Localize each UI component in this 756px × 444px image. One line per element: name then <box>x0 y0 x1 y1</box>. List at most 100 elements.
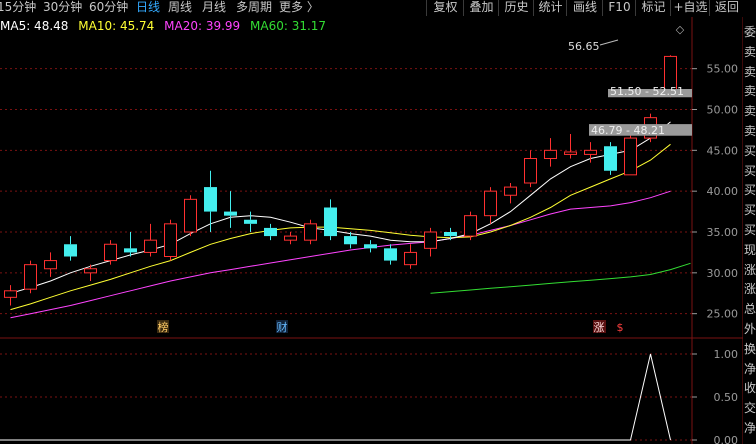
marker-bang[interactable]: 榜 <box>158 320 169 334</box>
side-quote-label: 总 <box>744 302 756 317</box>
side-quote-label: 买 <box>744 163 756 178</box>
candle-down <box>444 232 457 237</box>
zone-upper-label: 51.50 - 52.51 <box>610 85 684 98</box>
candle-down <box>124 248 137 253</box>
candle-up <box>104 243 117 262</box>
mark-button[interactable]: 标记 <box>635 0 671 16</box>
candle-down <box>344 236 357 245</box>
kline-chart[interactable]: 55.00 50.00 45.00 40.00 35.00 30.00 25.00 1.00… <box>0 0 756 444</box>
tab-more[interactable]: 更多 〉 <box>279 0 319 15</box>
fuquan-button[interactable]: 复权 <box>426 0 464 16</box>
candle-up <box>284 235 297 241</box>
tab-30min[interactable]: 30分钟 <box>43 0 82 15</box>
candle-up <box>484 190 497 217</box>
high-price-pointer <box>599 39 619 46</box>
toolbar: 15分钟 30分钟 60分钟 日线 周线 月线 多周期 更多 〉 复权 叠加 历… <box>0 0 756 17</box>
stats-button[interactable]: 统计 <box>533 0 567 16</box>
side-quote-label: 换 <box>744 341 756 356</box>
side-quote-label: 净 <box>744 361 756 376</box>
indicator-tick-label: 1.00 <box>714 348 739 361</box>
price-tick-label: 40.00 <box>707 185 739 198</box>
marker-cai-bg <box>276 320 288 333</box>
marker-zhang-bg <box>593 320 606 333</box>
ma20-label: MA20: 39.99 <box>164 19 241 33</box>
side-quote-label: 卖 <box>744 124 756 138</box>
tab-monthly[interactable]: 月线 <box>202 0 226 15</box>
candle-up <box>424 231 437 249</box>
candle-down <box>244 219 257 224</box>
side-quote-label: 卖 <box>744 84 756 99</box>
side-quote-label: 买 <box>744 143 756 158</box>
side-quote-label: 卖 <box>744 64 756 79</box>
history-button[interactable]: 历史 <box>498 0 534 16</box>
side-quote-label: 涨 <box>744 262 756 277</box>
diamond-icon[interactable]: ◇ <box>676 23 685 36</box>
zone-upper-band <box>608 89 692 98</box>
candle-up <box>44 260 57 270</box>
candle-up <box>164 223 177 257</box>
side-quote-label: 买 <box>744 203 756 218</box>
marker-cai[interactable]: 财 <box>277 320 288 334</box>
zone-lower-band <box>589 124 692 136</box>
candle-down <box>384 248 397 261</box>
indicator-tick-label: 0.00 <box>714 434 739 444</box>
candle-up <box>644 117 657 139</box>
candle-down <box>264 227 277 237</box>
candle-up <box>84 268 97 274</box>
candle-up <box>304 223 317 241</box>
candle-up <box>584 149 597 155</box>
side-quote-label: 外 <box>744 322 756 336</box>
candle-up <box>504 186 517 196</box>
side-quote-label: 净 <box>744 421 756 435</box>
ma5-line <box>10 121 671 294</box>
marker-zhang[interactable]: 涨 <box>594 321 605 334</box>
ma10-line <box>10 143 671 311</box>
price-tick-label: 55.00 <box>707 63 739 76</box>
marker-dollar[interactable]: $ <box>617 321 624 334</box>
indicator-tick-label: 0.50 <box>714 391 739 404</box>
candle-up <box>144 239 157 253</box>
ma60-line <box>430 262 691 294</box>
side-quote-column: 委卖卖卖卖卖买买买买买现涨涨总外换净收交净 <box>743 17 756 444</box>
tab-daily[interactable]: 日线 <box>136 0 160 15</box>
candle-up <box>464 215 477 237</box>
candle-down <box>204 187 217 212</box>
candle-down <box>364 244 377 249</box>
ma-legend: MA5: 48.48 MA10: 45.74 MA20: 39.99 MA60:… <box>0 19 332 33</box>
candle-down <box>324 207 337 237</box>
ma20-line <box>10 190 671 319</box>
candle-up <box>4 290 17 298</box>
tab-60min[interactable]: 60分钟 <box>89 0 128 15</box>
tab-weekly[interactable]: 周线 <box>168 0 192 15</box>
marker-bang-bg <box>157 320 169 333</box>
side-quote-label: 买 <box>744 223 756 237</box>
indicator-line <box>0 353 671 441</box>
overlay-button[interactable]: 叠加 <box>463 0 499 16</box>
candle-up <box>544 149 557 159</box>
add-watchlist-button[interactable]: +自选 <box>670 0 710 16</box>
candle-down <box>64 244 77 257</box>
tab-multi-period[interactable]: 多周期 <box>236 0 272 15</box>
candle-up <box>624 137 637 176</box>
candle-up <box>184 198 197 233</box>
side-quote-label: 买 <box>744 183 756 198</box>
side-quote-label: 收 <box>744 381 756 396</box>
price-tick-label: 30.00 <box>707 267 739 280</box>
ma10-label: MA10: 45.74 <box>78 19 155 33</box>
candle-up <box>564 151 577 155</box>
high-price-label: 56.65 <box>568 40 600 53</box>
tab-15min[interactable]: 15分钟 <box>0 0 36 15</box>
candle-up <box>524 158 537 184</box>
f10-button[interactable]: F10 <box>602 0 636 16</box>
back-button[interactable]: 返回 <box>709 0 744 16</box>
side-quote-label: 卖 <box>744 104 756 119</box>
candle-down <box>604 146 617 171</box>
price-tick-label: 25.00 <box>707 308 739 321</box>
draw-line-button[interactable]: 画线 <box>566 0 603 16</box>
side-quote-label: 委 <box>744 25 756 39</box>
side-quote-label: 现 <box>744 242 756 257</box>
side-quote-label: 卖 <box>744 44 756 59</box>
price-tick-label: 45.00 <box>707 144 739 157</box>
side-quote-label: 涨 <box>744 282 756 297</box>
ma60-label: MA60: 31.17 <box>250 19 327 33</box>
